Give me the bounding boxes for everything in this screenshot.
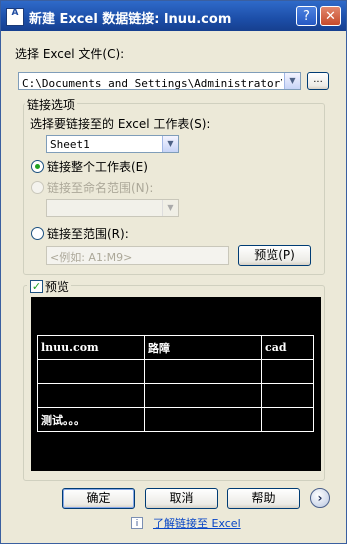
range-input[interactable]: <例如: A1:M9> [46, 246, 229, 265]
help-button[interactable]: 帮助 [227, 488, 300, 509]
radio-whole-sheet[interactable] [31, 160, 44, 173]
table-cell [144, 383, 262, 408]
dialog-window: A 新建 Excel 数据链接: lnuu.com ? ✕ 选择 Excel 文… [0, 0, 347, 544]
table-cell [144, 359, 262, 384]
preview-table: lnuu.com 路障 cad 测试。。。 [37, 335, 314, 432]
table-cell: 测试。。。 [37, 407, 145, 432]
chevron-down-icon[interactable]: ▼ [162, 200, 178, 216]
radio-range-label[interactable]: 链接至范围(R): [47, 225, 129, 242]
table-cell [37, 359, 145, 384]
ok-button[interactable]: 确定 [62, 488, 135, 509]
preview-checkbox-label[interactable]: 预览 [45, 280, 69, 294]
table-cell: lnuu.com [37, 335, 145, 360]
title-close-button[interactable]: ✕ [320, 6, 341, 26]
preview-range-button[interactable]: 预览(P) [238, 245, 311, 266]
title-bar[interactable]: A 新建 Excel 数据链接: lnuu.com ? ✕ [1, 1, 346, 31]
sheet-label: 选择要链接至的 Excel 工作表(S): [30, 117, 211, 131]
link-options-title: 链接选项 [25, 96, 78, 113]
window-title: 新建 Excel 数据链接: lnuu.com [29, 12, 232, 27]
table-cell: cad [261, 335, 314, 360]
chevron-down-icon[interactable]: ▼ [284, 73, 300, 89]
table-row [37, 359, 314, 384]
table-cell [144, 407, 262, 432]
table-row [37, 383, 314, 408]
autocad-app-icon: A [6, 8, 24, 26]
info-icon: i [131, 517, 143, 529]
table-cell [37, 383, 145, 408]
preview-checkbox[interactable]: ✓ [30, 280, 43, 293]
named-range-select[interactable]: ▼ [46, 199, 179, 217]
table-row: lnuu.com 路障 cad [37, 335, 314, 360]
preview-pane: lnuu.com 路障 cad 测试。。。 [31, 297, 321, 471]
table-cell [261, 407, 314, 432]
cancel-button[interactable]: 取消 [145, 488, 218, 509]
table-cell [261, 359, 314, 384]
radio-whole-sheet-label[interactable]: 链接整个工作表(E) [47, 158, 148, 175]
title-help-button[interactable]: ? [296, 6, 317, 26]
expand-arrow-icon[interactable]: › [310, 488, 330, 508]
sheet-select-value: Sheet1 [50, 138, 90, 151]
radio-named-range[interactable] [31, 181, 44, 194]
table-cell: 路障 [144, 335, 262, 360]
excel-file-combo[interactable]: C:\Documents and Settings\Administrator\… [18, 72, 301, 90]
chevron-down-icon[interactable]: ▼ [162, 136, 178, 152]
radio-named-range-label[interactable]: 链接至命名范围(N): [47, 179, 153, 196]
learn-link[interactable]: 了解链接至 Excel [153, 515, 241, 531]
table-cell [261, 383, 314, 408]
browse-button[interactable]: ... [307, 72, 329, 90]
table-row: 测试。。。 [37, 407, 314, 432]
radio-range[interactable] [31, 227, 44, 240]
excel-file-path: C:\Documents and Settings\Administrator\… [22, 77, 282, 90]
sheet-select[interactable]: Sheet1 ▼ [46, 135, 179, 153]
file-label: 选择 Excel 文件(C): [15, 47, 125, 61]
